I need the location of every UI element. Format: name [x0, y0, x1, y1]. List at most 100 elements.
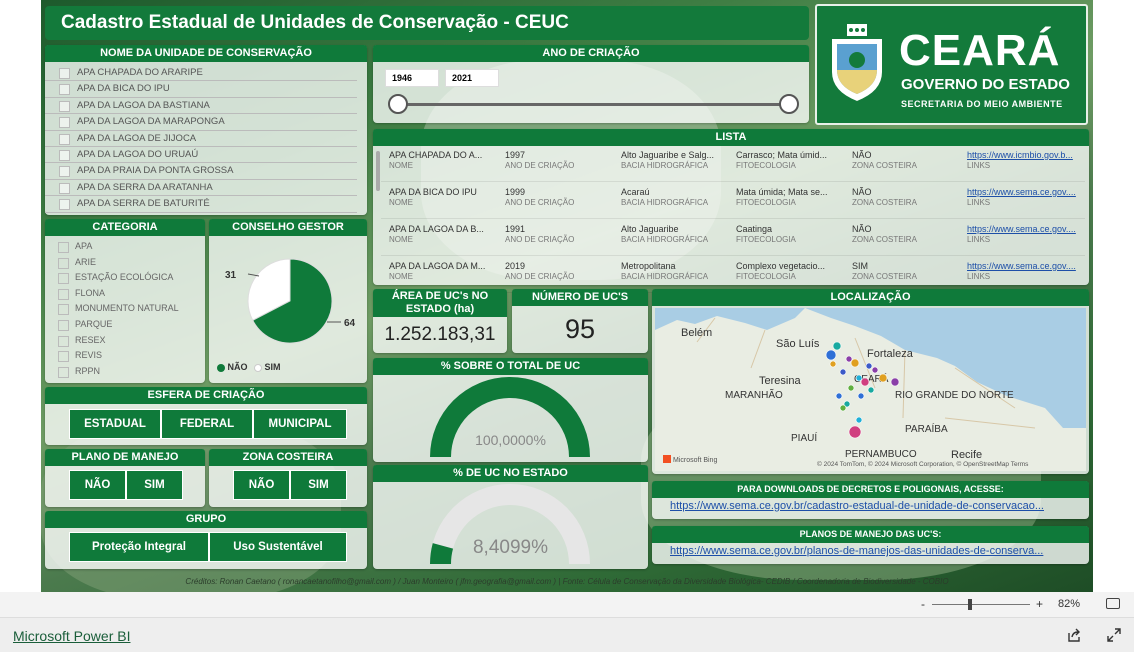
cell-label: LINKS: [967, 235, 991, 244]
map-canvas[interactable]: BelémSão LuísFortalezaTeresina CEARÁRIO G…: [655, 308, 1086, 471]
pct-total-gauge: [430, 376, 590, 457]
ano-min-input[interactable]: 1946: [385, 69, 439, 87]
map-marker[interactable]: [855, 416, 863, 424]
nome-uc-item[interactable]: APA DA PRAIA DA PONTA GROSSA: [45, 163, 357, 180]
map-marker[interactable]: [829, 360, 837, 368]
table-row[interactable]: APA DA LAGOA DA B... NOME 1991 ANO DE CRIAÇ…: [381, 222, 1085, 256]
zoom-out-button[interactable]: -: [921, 597, 925, 611]
table-cell-bacia: Metropolitana BACIA HIDROGRÁFICA: [621, 261, 733, 281]
zoom-slider-handle[interactable]: [968, 599, 972, 610]
map-marker[interactable]: [848, 425, 862, 439]
ano-slider-max-handle[interactable]: [779, 94, 799, 114]
conselho-legend: NÃO SIM: [217, 362, 281, 372]
grupo-uso-button[interactable]: Uso Sustentável: [209, 532, 347, 562]
map-marker[interactable]: [860, 377, 870, 387]
map-marker[interactable]: [867, 386, 875, 394]
categoria-item[interactable]: RESEX: [45, 333, 205, 349]
cell-value: NÃO: [852, 187, 872, 197]
table-row[interactable]: APA DA BICA DO IPU NOME 1999 ANO DE CRIAÇÃO…: [381, 185, 1085, 219]
table-row[interactable]: APA CHAPADA DO A... NOME 1997 ANO DE CRIAÇÃ…: [381, 148, 1085, 182]
zoom-slider-track[interactable]: [932, 604, 1030, 605]
categoria-item[interactable]: MONUMENTO NATURAL: [45, 301, 205, 317]
cell-label: BACIA HIDROGRÁFICA: [621, 235, 709, 244]
map-marker[interactable]: [832, 341, 842, 351]
esfera-estadual-button[interactable]: ESTADUAL: [69, 409, 161, 439]
plano-nao-button[interactable]: NÃO: [69, 470, 126, 500]
table-cell-link[interactable]: https://www.sema.ce.gov.... LINKS: [967, 261, 1085, 281]
ano-slider-min-handle[interactable]: [388, 94, 408, 114]
nome-uc-item[interactable]: APA DA SERRA DA ARATANHA: [45, 180, 357, 197]
categoria-item[interactable]: FLONA: [45, 286, 205, 302]
categoria-item[interactable]: RPPN: [45, 364, 205, 380]
nome-uc-item[interactable]: APA DA LAGOA DA BASTIANA: [45, 98, 357, 115]
plano-header: PLANO DE MANEJO: [45, 449, 205, 466]
categoria-item[interactable]: ARIE: [45, 255, 205, 271]
numero-card: NÚMERO DE UC'S 95: [512, 289, 648, 353]
zona-nao-button[interactable]: NÃO: [233, 470, 290, 500]
conselho-chart: CONSELHO GESTOR 31 64 NÃO SIM: [209, 219, 367, 383]
map-marker[interactable]: [865, 362, 873, 370]
esfera-federal-button[interactable]: FEDERAL: [161, 409, 253, 439]
nome-uc-item[interactable]: APA DA LAGOA DA MARAPONGA: [45, 114, 357, 131]
cell-value[interactable]: https://www.sema.ce.gov....: [967, 261, 1076, 271]
map-marker[interactable]: [850, 358, 860, 368]
planos-link[interactable]: https://www.sema.ce.gov.br/planos-de-man…: [652, 545, 1089, 557]
map-marker[interactable]: [839, 368, 847, 376]
downloads-header: PARA DOWNLOADS DE DECRETOS E POLIGONAIS,…: [652, 481, 1089, 498]
cell-label: ANO DE CRIAÇÃO: [505, 235, 575, 244]
map-marker[interactable]: [857, 392, 865, 400]
table-cell-link[interactable]: https://www.sema.ce.gov.... LINKS: [967, 187, 1085, 207]
status-bar: - + 82%: [0, 592, 1134, 618]
map-marker[interactable]: [845, 355, 853, 363]
grupo-protecao-button[interactable]: Proteção Integral: [69, 532, 209, 562]
table-cell-bacia: Alto Jaguaribe e Salg... BACIA HIDROGRÁFI…: [621, 150, 733, 170]
nome-uc-item[interactable]: APA CHAPADA DO ARARIPE: [45, 65, 357, 82]
ano-max-input[interactable]: 2021: [445, 69, 499, 87]
legend-nao-dot: [217, 363, 225, 372]
share-icon[interactable]: [1066, 627, 1082, 643]
cell-value[interactable]: https://www.sema.ce.gov....: [967, 187, 1076, 197]
map-marker[interactable]: [825, 349, 837, 361]
planos-card: PLANOS DE MANEJO DAS UC'S: https://www.s…: [652, 526, 1089, 564]
map-marker[interactable]: [839, 404, 847, 412]
esfera-municipal-button[interactable]: MUNICIPAL: [253, 409, 347, 439]
map-label: Fortaleza: [867, 348, 914, 360]
map-marker[interactable]: [878, 373, 888, 383]
map-marker[interactable]: [835, 392, 843, 400]
zoom-in-button[interactable]: +: [1036, 597, 1043, 611]
ano-slicer: ANO DE CRIAÇÃO 1946 2021: [373, 45, 809, 123]
table-row[interactable]: APA DA LAGOA DA M... NOME 2019 ANO DE CRIAÇ…: [381, 259, 1085, 293]
map-marker[interactable]: [855, 374, 863, 382]
cell-label: LINKS: [967, 161, 991, 170]
cell-value: SIM: [852, 261, 869, 271]
cell-label: BACIA HIDROGRÁFICA: [621, 272, 709, 281]
legend-nao-label: NÃO: [227, 362, 248, 372]
table-cell-fito: Caatinga FITOECOLOGIA: [736, 224, 848, 244]
lista-scrollbar[interactable]: [376, 151, 380, 191]
cell-value[interactable]: https://www.icmbio.gov.b...: [967, 150, 1073, 160]
ano-slider-track: [397, 103, 789, 106]
map-marker[interactable]: [847, 384, 855, 392]
categoria-item[interactable]: REVIS: [45, 348, 205, 364]
nome-uc-item[interactable]: APA DA LAGOA DE JIJOCA: [45, 131, 357, 147]
map-marker[interactable]: [871, 366, 879, 374]
table-cell-link[interactable]: https://www.sema.ce.gov.... LINKS: [967, 224, 1085, 244]
categoria-item[interactable]: PARQUE: [45, 317, 205, 333]
downloads-link[interactable]: https://www.sema.ce.gov.br/cadastro-esta…: [652, 500, 1089, 512]
fullscreen-icon[interactable]: [1106, 627, 1122, 643]
categoria-item[interactable]: ESTAÇÃO ECOLÓGICA: [45, 270, 205, 286]
cell-value[interactable]: https://www.sema.ce.gov....: [967, 224, 1076, 234]
categoria-item[interactable]: APA: [45, 239, 205, 255]
plano-sim-button[interactable]: SIM: [126, 470, 183, 500]
table-cell-link[interactable]: https://www.icmbio.gov.b... LINKS: [967, 150, 1085, 170]
fit-to-page-icon[interactable]: [1106, 598, 1120, 609]
map-marker[interactable]: [890, 377, 900, 387]
nome-uc-item[interactable]: APA DA SERRA DE BATURITÉ: [45, 196, 357, 213]
zona-sim-button[interactable]: SIM: [290, 470, 347, 500]
nome-uc-item[interactable]: APA DA LAGOA DO URUAÚ: [45, 147, 357, 164]
map-attribution: © 2024 TomTom, © 2024 Microsoft Corporat…: [817, 460, 1029, 468]
power-bi-link[interactable]: Microsoft Power BI: [13, 628, 130, 644]
cell-value: APA DA BICA DO IPU: [389, 187, 477, 197]
zoom-level: 82%: [1058, 598, 1081, 610]
nome-uc-item[interactable]: APA DA BICA DO IPU: [45, 81, 357, 98]
